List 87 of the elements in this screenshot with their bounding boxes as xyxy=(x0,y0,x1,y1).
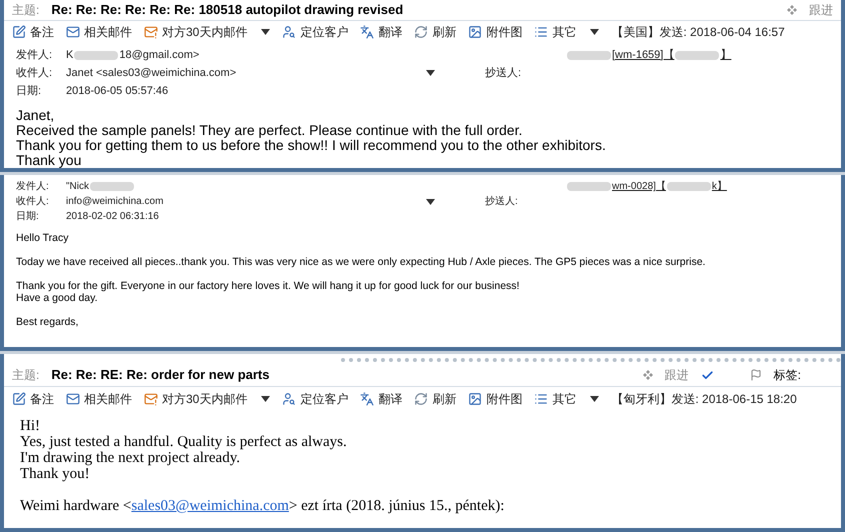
date-value: 2018-02-02 06:31:16 xyxy=(66,210,159,224)
subject-label: 主题: xyxy=(12,2,40,20)
list-icon xyxy=(534,392,548,406)
pencil-icon xyxy=(12,24,26,39)
message-line: Hi! xyxy=(20,418,41,434)
toolbar-button[interactable]: 刷新 xyxy=(414,390,456,408)
message-line: Janet, xyxy=(16,108,56,123)
dropdown-caret[interactable] xyxy=(261,28,270,35)
refresh-icon xyxy=(414,24,428,39)
date-value: 2018-06-05 05:57:46 xyxy=(66,84,168,99)
toolbar-button[interactable]: 附件图 xyxy=(468,390,522,408)
to-label: 收件人: xyxy=(16,195,50,209)
dropdown-caret[interactable] xyxy=(590,396,600,402)
envelope-icon xyxy=(144,392,158,406)
image-icon xyxy=(468,392,482,406)
toolbar-button[interactable]: 其它 xyxy=(534,22,600,41)
date-label: 日期: xyxy=(16,210,40,224)
to-label: 收件人: xyxy=(16,66,54,81)
toolbar-button[interactable]: 刷新 xyxy=(414,22,456,41)
toolbar-button[interactable]: 附件图 xyxy=(468,22,522,41)
person-icon xyxy=(282,24,296,39)
flag-icon xyxy=(750,369,762,381)
tag-label: 标签: xyxy=(774,367,801,384)
message-line: Have a good day. xyxy=(16,292,99,304)
sent-time: 【美国】发送: 2018-06-04 16:57 xyxy=(611,24,785,41)
message-line: Yes, just tested a handful. Quality is perfect as always. xyxy=(20,434,348,450)
toolbar-button[interactable]: 翻译 xyxy=(360,390,402,408)
sender-address: 18@gmail.com> xyxy=(119,48,200,63)
message-line: Thank you! xyxy=(20,466,91,482)
message-line: Thank you xyxy=(16,153,82,168)
toolbar-button[interactable]: 定位客户 xyxy=(282,390,348,408)
date-label: 日期: xyxy=(16,84,42,99)
toolbar-button[interactable]: 相关邮件 xyxy=(66,22,132,41)
toolbar-button[interactable]: 翻译 xyxy=(360,22,402,41)
translate-icon xyxy=(360,24,374,39)
toolbar-button[interactable]: 相关邮件 xyxy=(66,390,132,408)
pencil-icon xyxy=(12,392,26,406)
quoted-header-line: Weimi hardware <sales03@weimichina.com> ezt írta (2018. június 15., péntek): xyxy=(20,498,506,514)
blurred-redaction xyxy=(666,182,711,191)
toolbar-button[interactable]: 备注 xyxy=(12,390,54,408)
subject-text: Re: Re: RE: Re: order for new parts xyxy=(51,366,270,384)
diamond-icon xyxy=(642,370,653,380)
email-link[interactable]: sales03@weimichina.com xyxy=(131,498,289,514)
subject-text: Re: Re: Re: Re: Re: Re: 180518 autopilot drawing revised xyxy=(51,1,404,20)
toolbar-button[interactable]: 备注 xyxy=(12,22,54,41)
translate-icon xyxy=(360,392,374,406)
recipient-dropdown-caret[interactable] xyxy=(426,70,435,76)
envelope-icon xyxy=(66,392,80,406)
follow-up-button[interactable]: 跟进 xyxy=(664,366,689,384)
blurred-redaction xyxy=(567,50,611,60)
message-line: Hello Tracy xyxy=(16,232,70,244)
recipient-address: info@weimichina.com xyxy=(66,195,164,209)
toolbar-button[interactable]: 定位客户 xyxy=(282,22,348,41)
message-line: I'm drawing the next project already. xyxy=(20,450,241,466)
envelope-icon xyxy=(66,24,80,39)
toolbar-button[interactable]: 对方30天内邮件 xyxy=(144,390,270,408)
dropdown-caret[interactable] xyxy=(590,28,600,35)
envelope-icon xyxy=(144,24,158,39)
message-line: Received the sample panels! They are perfect. Please continue with the full order. xyxy=(16,123,524,138)
sender-address: K xyxy=(66,48,74,63)
dropdown-caret[interactable] xyxy=(261,396,270,402)
message-line: Thank you for getting them to us before the show!! I will recommend you to the other exhibitors. xyxy=(16,138,607,153)
diamond-icon xyxy=(787,5,797,16)
sent-time: 【匈牙利】发送: 2018-06-15 18:20 xyxy=(611,390,797,408)
blurred-redaction xyxy=(675,50,720,60)
blurred-redaction xyxy=(74,50,118,60)
follow-up-button[interactable]: 跟进 xyxy=(809,1,833,20)
message-line: Best regards, xyxy=(16,316,80,328)
message-line: Today we have received all pieces..thank you. This was very nice as we were only expecting Hub / Axle pieces. The GP5 pieces was a nice surprise. xyxy=(16,256,706,268)
subject-label: 主题: xyxy=(12,367,40,384)
sender-address: "Nick xyxy=(66,180,89,194)
recipient-address: Janet <sales03@weimichina.com> xyxy=(66,66,238,81)
blurred-redaction xyxy=(567,182,611,191)
toolbar-button[interactable]: 对方30天内邮件 xyxy=(144,22,270,41)
checkmark-icon xyxy=(700,368,714,382)
blurred-redaction xyxy=(90,182,134,191)
from-label: 发件人: xyxy=(16,180,50,194)
person-icon xyxy=(282,392,296,406)
toolbar-button[interactable]: 其它 xyxy=(534,390,600,408)
recipient-dropdown-caret[interactable] xyxy=(426,198,435,204)
from-label: 发件人: xyxy=(16,48,54,63)
message-line: Thank you for the gift. Everyone in our factory here loves it. We will hang it up for good luck for our business! xyxy=(16,280,520,292)
cc-label: 抄送人: xyxy=(485,194,518,209)
cc-label: 抄送人: xyxy=(485,66,522,81)
list-icon xyxy=(534,24,548,39)
image-icon xyxy=(468,24,482,39)
refresh-icon xyxy=(414,392,428,406)
